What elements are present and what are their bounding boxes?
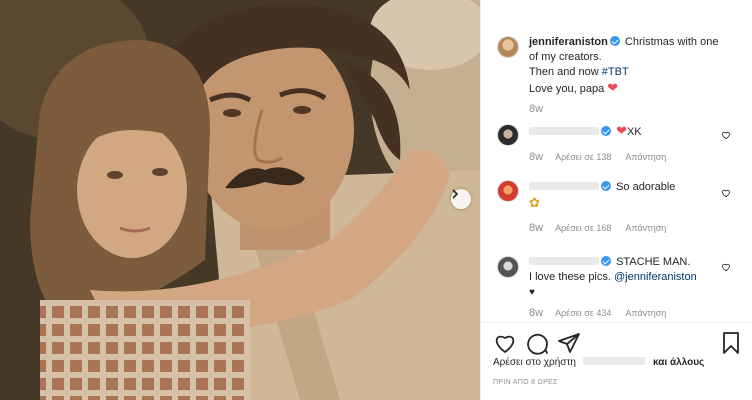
comment-1-meta: 8w Αρέσει σε 138 Απάντηση: [529, 151, 680, 163]
caption-line-1: Christmas with one: [624, 36, 719, 48]
reply-button[interactable]: Απάντηση: [625, 308, 666, 318]
comment-text: XK: [626, 126, 642, 138]
caption-time: 8w: [529, 103, 544, 115]
comment-3: STACHE MAN. I love these pics. @jennifer…: [529, 255, 719, 300]
heart-icon[interactable]: [493, 331, 517, 355]
bookmark-icon[interactable]: [719, 331, 743, 355]
red-heart-emoji-icon: ❤: [616, 123, 627, 138]
comment-likes-count[interactable]: Αρέσει σε 138: [555, 152, 611, 162]
comment-time: 8w: [529, 222, 544, 234]
reply-button[interactable]: Απάντηση: [625, 223, 666, 233]
commenter-avatar[interactable]: [497, 256, 519, 278]
comment-text: So adorable: [616, 181, 676, 193]
post-caption: jenniferaniston Christmas with one of my…: [529, 35, 739, 97]
red-heart-emoji-icon: ❤: [607, 80, 619, 95]
caption-line-2: of my creators.: [529, 51, 602, 63]
comment-3-meta: 8w Αρέσει σε 434 Απάντηση: [529, 307, 680, 319]
mention-link[interactable]: @jenniferaniston: [614, 271, 697, 283]
comment-likes-count[interactable]: Αρέσει σε 434: [555, 308, 611, 318]
comment-time: 8w: [529, 307, 544, 319]
comment-text: STACHE MAN.: [616, 256, 691, 268]
commenter-username[interactable]: [529, 257, 599, 265]
post-photo[interactable]: [0, 0, 480, 400]
comments-list[interactable]: jenniferaniston Christmas with one of my…: [481, 0, 752, 322]
black-heart-emoji-icon: ♥: [529, 287, 535, 298]
likes-others-link[interactable]: και άλλους: [653, 357, 704, 368]
likes-prefix: Αρέσει στο χρήστη: [493, 357, 576, 368]
verified-icon: [601, 181, 611, 191]
emoji-icon: ✿: [529, 195, 540, 210]
commenter-avatar[interactable]: [497, 180, 519, 202]
photo-illustration: [0, 0, 480, 400]
post-timestamp[interactable]: ΠΡΙΝ ΑΠΟ 8 ΩΡΕΣ: [493, 379, 558, 386]
comment-like-heart-icon[interactable]: [721, 262, 731, 272]
caption-meta: 8w: [529, 103, 555, 115]
author-avatar[interactable]: [497, 36, 519, 58]
comment-time: 8w: [529, 151, 544, 163]
commenter-username[interactable]: [529, 127, 599, 135]
share-icon[interactable]: [557, 331, 581, 355]
comment-likes-count[interactable]: Αρέσει σε 168: [555, 223, 611, 233]
verified-icon: [601, 126, 611, 136]
comment-like-heart-icon[interactable]: [721, 188, 731, 198]
verified-icon: [601, 256, 611, 266]
comment-1: ❤XK: [529, 123, 719, 140]
comment-2-meta: 8w Αρέσει σε 168 Απάντηση: [529, 222, 680, 234]
commenter-avatar[interactable]: [497, 124, 519, 146]
caption-line-4: Love you, papa: [529, 83, 605, 95]
likes-summary: Αρέσει στο χρήστη: [493, 357, 645, 368]
author-username[interactable]: jenniferaniston: [529, 36, 608, 48]
commenter-username[interactable]: [529, 182, 599, 190]
next-arrow-icon[interactable]: [451, 189, 471, 209]
comment-2: So adorable ✿: [529, 180, 719, 212]
verified-icon: [609, 36, 620, 46]
comment-text-2: I love these pics.: [529, 271, 611, 283]
reply-button[interactable]: Απάντηση: [625, 152, 666, 162]
post-side-panel: jenniferaniston Christmas with one of my…: [480, 0, 752, 400]
comment-icon[interactable]: [525, 331, 549, 355]
hashtag-link[interactable]: #TBT: [602, 66, 629, 78]
comment-like-heart-icon[interactable]: [721, 130, 731, 140]
liker-username[interactable]: [582, 357, 645, 365]
caption-line-3: Then and now: [529, 66, 599, 78]
